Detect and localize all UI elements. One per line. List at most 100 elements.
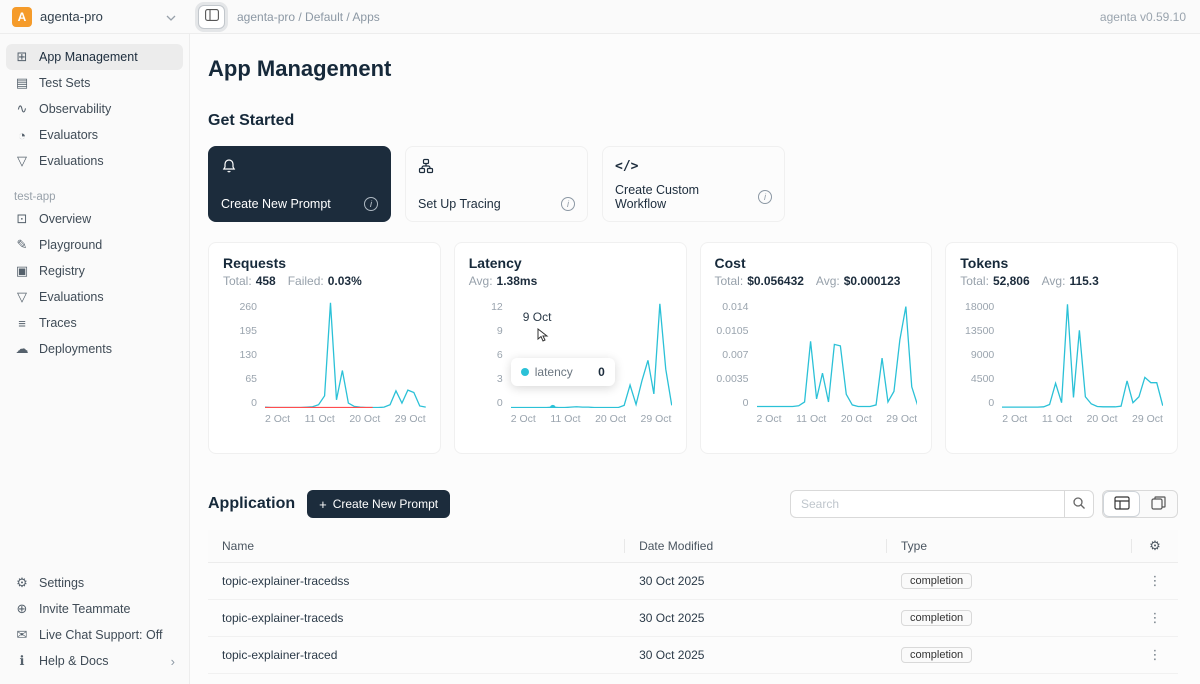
sidebar-item-app-evaluations[interactable]: ▽ Evaluations (6, 284, 183, 310)
sidebar-item-help-docs[interactable]: ℹ Help & Docs › (6, 648, 183, 674)
set-up-tracing-card[interactable]: Set Up Tracing i (405, 146, 588, 222)
card-view-icon (1151, 496, 1166, 513)
get-started-cards: Create New Prompt i Set Up Tracing i </>… (208, 146, 1178, 222)
app-name: topic-explainer-traceds (208, 601, 625, 635)
view-toggle (1102, 490, 1178, 518)
tooltip-value: 0 (598, 365, 605, 379)
info-icon[interactable]: i (561, 197, 575, 211)
sidebar-item-label: Invite Teammate (39, 602, 130, 616)
sidebar-item-registry[interactable]: ▣ Registry (6, 258, 183, 284)
sidebar-item-playground[interactable]: ✎ Playground (6, 232, 183, 258)
applications-table: Name Date Modified Type ⚙ topic-explaine… (208, 530, 1178, 684)
sidebar-item-label: Evaluators (39, 128, 98, 142)
card-label: Set Up Tracing (418, 197, 501, 211)
table-view-icon (1114, 496, 1130, 513)
latency-metric-card: Latency Avg: 1.38ms 129630 9 Oct (454, 242, 687, 454)
cost-chart-plot[interactable] (757, 302, 918, 408)
workspace-avatar: A (12, 7, 32, 27)
table-row[interactable]: topic-explainer-traceds 30 Oct 2025 comp… (208, 600, 1178, 637)
chevron-down-icon (166, 9, 176, 24)
workspace-switcher[interactable]: A agenta-pro (0, 7, 190, 27)
metric-stats: Total: $0.056432 Avg: $0.000123 (715, 274, 918, 288)
metric-stats: Avg: 1.38ms (469, 274, 672, 288)
column-header-name: Name (208, 531, 625, 561)
sidebar-collapse-button[interactable] (198, 5, 225, 29)
sidebar-item-live-chat[interactable]: ✉ Live Chat Support: Off (6, 622, 183, 648)
create-new-prompt-button[interactable]: + Create New Prompt (307, 490, 450, 518)
kebab-menu-icon[interactable]: ⋮ (1149, 573, 1162, 588)
table-view-toggle[interactable] (1103, 491, 1140, 517)
search-group (790, 490, 1094, 518)
sidebar-item-label: Evaluations (39, 154, 104, 168)
metric-stats: Total: 52,806 Avg: 115.3 (960, 274, 1163, 288)
sidebar-item-label: Overview (39, 212, 91, 226)
table-tools (790, 490, 1178, 518)
search-button[interactable] (1064, 490, 1094, 518)
card-view-toggle[interactable] (1140, 491, 1177, 517)
sidebar-item-test-sets[interactable]: ▤ Test Sets (6, 70, 183, 96)
kebab-menu-icon[interactable]: ⋮ (1149, 647, 1162, 662)
y-axis-labels: 0.0140.01050.0070.00350 (715, 302, 749, 408)
chevron-right-icon: › (171, 654, 175, 669)
cost-metric-card: Cost Total: $0.056432 Avg: $0.000123 0.0… (700, 242, 933, 454)
sidebar-item-label: Live Chat Support: Off (39, 628, 162, 642)
gear-icon: ⚙ (14, 575, 30, 591)
invite-icon: ⊕ (14, 601, 30, 617)
evaluators-icon: ◔ (14, 128, 30, 143)
chat-icon: ✉ (14, 627, 30, 643)
info-icon[interactable]: i (758, 190, 772, 204)
app-management-icon: ⊞ (14, 49, 30, 65)
metric-stats: Total: 458 Failed: 0.03% (223, 274, 426, 288)
sidebar-item-observability[interactable]: ∿ Observability (6, 96, 183, 122)
sidebar-item-overview[interactable]: ⊡ Overview (6, 206, 183, 232)
metric-title: Cost (715, 255, 918, 271)
table-row[interactable]: topic-explainer-tracedss 30 Oct 2025 com… (208, 563, 1178, 600)
metric-title: Tokens (960, 255, 1163, 271)
requests-metric-card: Requests Total: 458 Failed: 0.03% 260195… (208, 242, 441, 454)
tokens-chart-plot[interactable] (1002, 302, 1163, 408)
app-name: career-assessment (208, 675, 625, 684)
create-new-prompt-card[interactable]: Create New Prompt i (208, 146, 391, 222)
test-sets-icon: ▤ (14, 75, 30, 91)
date-modified: 27 Oct 2025 (625, 675, 887, 684)
plus-icon: + (319, 497, 327, 512)
sidebar-item-traces[interactable]: ≡ Traces (6, 310, 183, 336)
column-settings-gear-icon[interactable]: ⚙ (1149, 538, 1161, 553)
card-label: Create New Prompt (221, 197, 331, 211)
table-row[interactable]: career-assessment 27 Oct 2025 completion… (208, 674, 1178, 684)
table-row[interactable]: topic-explainer-traced 30 Oct 2025 compl… (208, 637, 1178, 674)
create-custom-workflow-card[interactable]: </> Create Custom Workflow i (602, 146, 785, 222)
breadcrumb[interactable]: agenta-pro / Default / Apps (237, 10, 380, 24)
sidebar-item-label: Evaluations (39, 290, 104, 304)
sidebar: ⊞ App Management ▤ Test Sets ∿ Observabi… (0, 34, 190, 684)
topbar-left: A agenta-pro (0, 7, 190, 27)
playground-icon: ✎ (14, 237, 30, 253)
kebab-menu-icon[interactable]: ⋮ (1149, 610, 1162, 625)
search-input[interactable] (790, 490, 1064, 518)
x-axis-labels: 2 Oct11 Oct20 Oct29 Oct (1002, 413, 1163, 425)
app-name: topic-explainer-tracedss (208, 564, 625, 598)
sidebar-item-app-management[interactable]: ⊞ App Management (6, 44, 183, 70)
sidebar-item-invite-teammate[interactable]: ⊕ Invite Teammate (6, 596, 183, 622)
info-icon[interactable]: i (364, 197, 378, 211)
sidebar-item-deployments[interactable]: ☁ Deployments (6, 336, 183, 362)
sidebar-item-evaluators[interactable]: ◔ Evaluators (6, 122, 183, 148)
x-axis-labels: 2 Oct11 Oct20 Oct29 Oct (511, 413, 672, 425)
metric-title: Requests (223, 255, 426, 271)
sidebar-item-settings[interactable]: ⚙ Settings (6, 570, 183, 596)
main-content: App Management Get Started Create New Pr… (190, 34, 1200, 684)
column-header-date-modified: Date Modified (625, 531, 887, 561)
latency-chart-plot[interactable]: 9 Oct latency 0 (511, 302, 672, 408)
y-axis-labels: 1800013500900045000 (960, 302, 994, 408)
sidebar-item-label: Registry (39, 264, 85, 278)
evaluations-icon: ▽ (14, 289, 30, 305)
topbar: A agenta-pro agenta-pro / Default / Apps… (0, 0, 1200, 34)
requests-chart-plot[interactable] (265, 302, 426, 408)
code-icon: </> (615, 157, 772, 175)
sidebar-item-evaluations[interactable]: ▽ Evaluations (6, 148, 183, 174)
sidebar-footer: ⚙ Settings ⊕ Invite Teammate ✉ Live Chat… (6, 570, 183, 674)
panel-collapse-icon (205, 9, 219, 24)
sidebar-item-label: Help & Docs (39, 654, 108, 668)
tooltip-series: latency (535, 365, 573, 379)
bell-icon (221, 157, 378, 175)
